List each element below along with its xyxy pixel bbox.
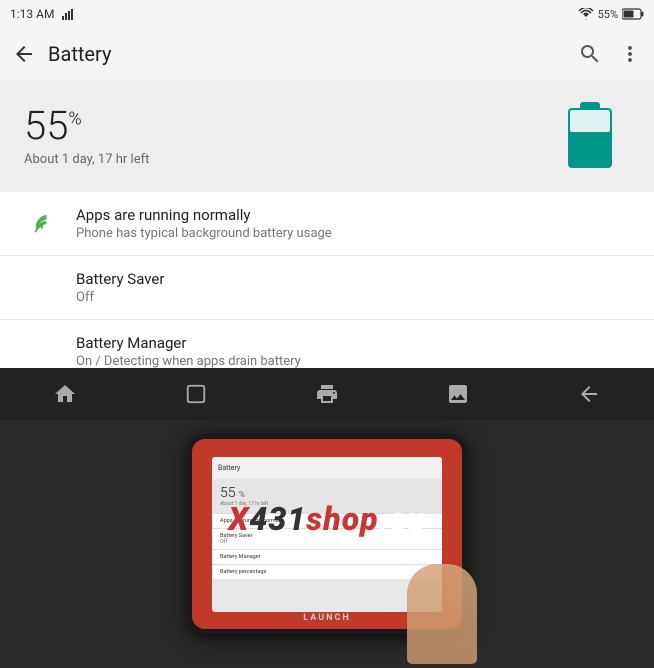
status-time: 1:13 AM [10, 7, 54, 21]
home-icon [53, 382, 77, 406]
signal-icon [62, 8, 76, 20]
page-title: Battery [48, 42, 566, 66]
printer-icon [315, 382, 339, 406]
status-right: 55% [578, 8, 644, 21]
status-left: 1:13 AM [10, 7, 76, 21]
home-nav-button[interactable] [40, 374, 90, 414]
battery-hero-section: 55% About 1 day, 17 hr left [0, 80, 654, 192]
settings-item-battery-saver[interactable]: Battery Saver Off [0, 256, 654, 320]
battery-time-remaining: About 1 day, 17 hr left [24, 152, 149, 167]
status-bar: 1:13 AM 55% [0, 0, 654, 28]
leaf-icon-container [24, 213, 60, 235]
video-section: Battery 55 % About 1 day, 17 hr left App… [0, 420, 654, 668]
hand-visual [407, 564, 477, 664]
top-bar-actions [578, 42, 642, 66]
device-brand: LAUNCH [303, 613, 350, 623]
more-vert-icon[interactable] [618, 42, 642, 66]
battery-manager-subtitle: On / Detecting when apps drain battery [76, 354, 630, 369]
printer-nav-button[interactable] [302, 374, 352, 414]
gallery-nav-button[interactable] [433, 374, 483, 414]
bottom-navigation [0, 368, 654, 420]
back-nav-icon [577, 382, 601, 406]
apps-running-text: Apps are running normally Phone has typi… [76, 206, 630, 241]
battery-manager-title: Battery Manager [76, 334, 630, 352]
leaf-icon [31, 213, 53, 235]
search-icon[interactable] [578, 42, 602, 66]
battery-percent-value: 55% [24, 106, 149, 146]
square-icon [185, 383, 207, 405]
battery-manager-text: Battery Manager On / Detecting when apps… [76, 334, 630, 369]
status-battery-text: 55% [598, 8, 618, 21]
battery-saver-text: Battery Saver Off [76, 270, 630, 305]
apps-running-subtitle: Phone has typical background battery usa… [76, 226, 630, 241]
battery-saver-title: Battery Saver [76, 270, 630, 288]
back-nav-button[interactable] [564, 374, 614, 414]
battery-icon-container [550, 100, 630, 172]
wifi-icon [578, 8, 594, 20]
back-arrow-icon[interactable] [12, 42, 36, 66]
battery-info: 55% About 1 day, 17 hr left [24, 106, 149, 167]
image-icon [446, 382, 470, 406]
settings-item-apps-running[interactable]: Apps are running normally Phone has typi… [0, 192, 654, 256]
apps-running-title: Apps are running normally [76, 206, 630, 224]
recents-nav-button[interactable] [171, 374, 221, 414]
battery-level-icon [564, 100, 616, 172]
status-battery-icon [622, 8, 644, 20]
top-app-bar: Battery [0, 28, 654, 80]
battery-saver-subtitle: Off [76, 290, 630, 305]
